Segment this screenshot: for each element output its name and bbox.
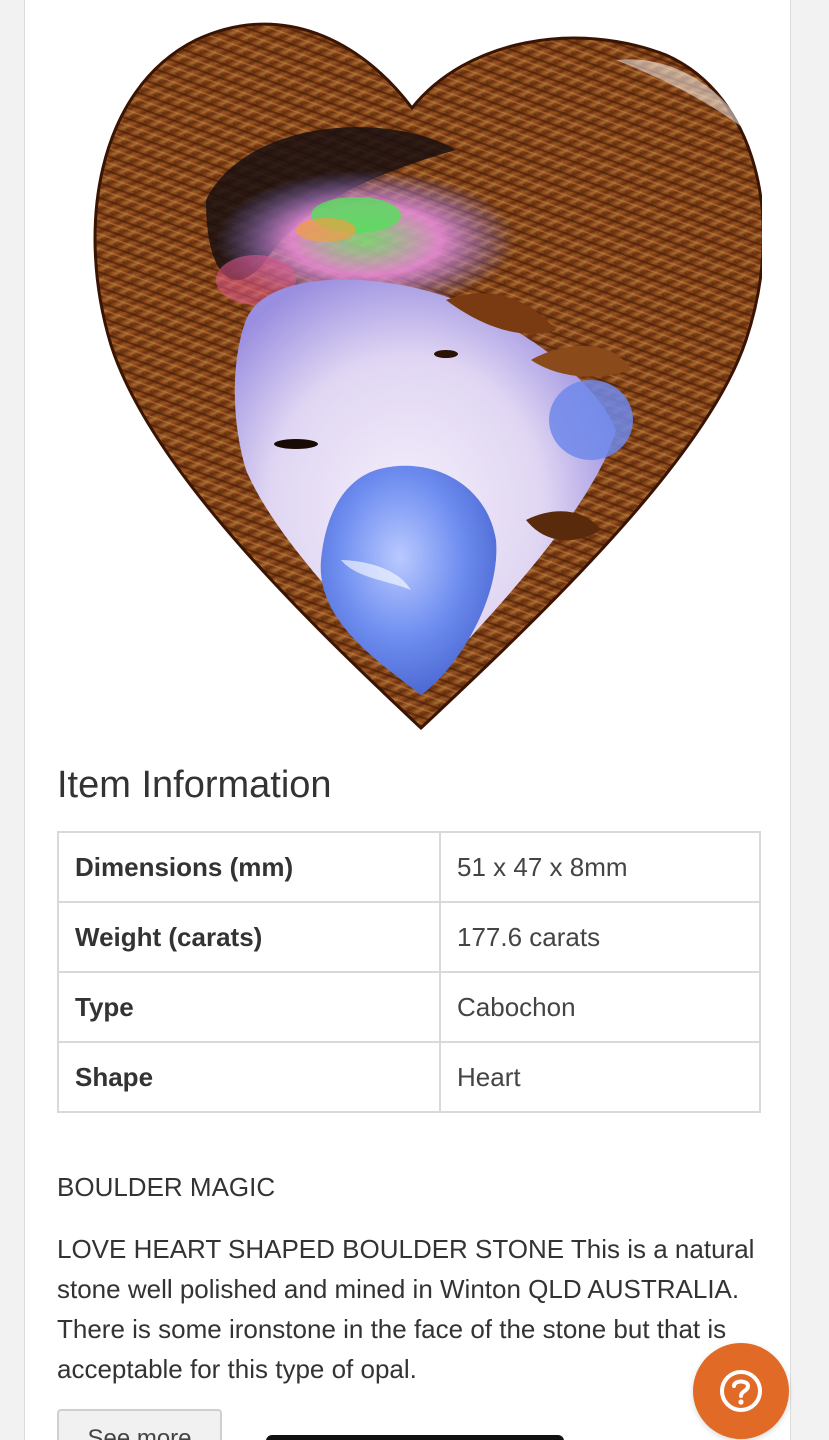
item-information-title: Item Information — [57, 764, 332, 806]
row-value: Heart — [439, 1041, 761, 1113]
table-row: Shape Heart — [57, 1041, 761, 1113]
row-label: Weight (carats) — [57, 901, 441, 973]
action-bar[interactable] — [266, 1435, 564, 1440]
row-value: 177.6 carats — [439, 901, 761, 973]
row-label: Dimensions (mm) — [57, 831, 441, 903]
question-mark-icon — [720, 1370, 762, 1412]
help-button[interactable] — [693, 1343, 789, 1439]
product-page: Item Information Dimensions (mm) 51 x 47… — [24, 0, 791, 1440]
product-image[interactable] — [56, 0, 762, 745]
row-value: 51 x 47 x 8mm — [439, 831, 761, 903]
description-heading: BOULDER MAGIC — [57, 1172, 276, 1202]
row-value: Cabochon — [439, 971, 761, 1043]
table-row: Dimensions (mm) 51 x 47 x 8mm — [57, 831, 761, 903]
table-row: Type Cabochon — [57, 971, 761, 1043]
row-label: Shape — [57, 1041, 441, 1113]
table-row: Weight (carats) 177.6 carats — [57, 901, 761, 973]
see-more-button[interactable]: See more — [57, 1409, 222, 1440]
heart-opal-image — [93, 22, 762, 731]
description-body: LOVE HEART SHAPED BOULDER STONE This is … — [57, 1234, 755, 1384]
row-label: Type — [57, 971, 441, 1043]
item-information-table: Dimensions (mm) 51 x 47 x 8mm Weight (ca… — [57, 831, 761, 1113]
